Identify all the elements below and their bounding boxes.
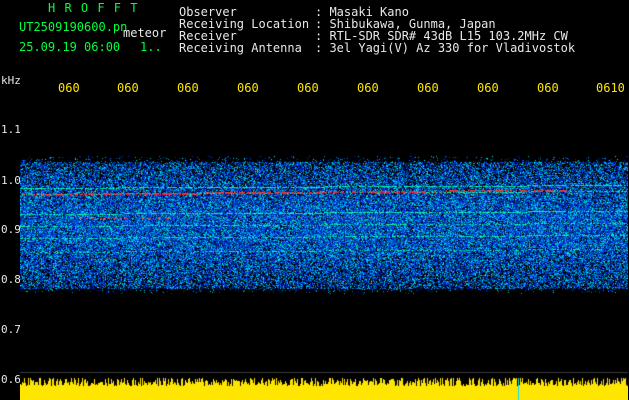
y-tick: 0.9 <box>1 223 21 236</box>
info-label-antenna: Receiving Antenna <box>179 41 302 55</box>
y-tick: 0.8 <box>1 273 21 286</box>
x-tick: 060 <box>58 81 80 95</box>
y-tick: 0.7 <box>1 323 21 336</box>
info-value-antenna: : 3el Yagi(V) Az 330 for Vladivostok <box>315 41 576 55</box>
x-tick: 060 <box>297 81 319 95</box>
y-tick: 0.6 <box>1 373 21 386</box>
page-indicator: 1.. <box>140 40 162 54</box>
x-tick: 060 <box>537 81 559 95</box>
x-tick: 060 <box>477 81 499 95</box>
brand-title: H R O F F T <box>48 1 139 15</box>
y-tick: 1.0 <box>1 174 21 187</box>
filename-label: UT2509190600.pn <box>19 20 128 34</box>
spectrogram-display[interactable] <box>20 96 628 400</box>
x-tick: 060 <box>417 81 439 95</box>
x-tick: 060 <box>237 81 259 95</box>
mode-label: meteor <box>123 26 167 40</box>
y-tick: 1.1 <box>1 123 21 136</box>
datetime-label: 25.09.19 06:00 <box>19 40 121 54</box>
y-axis-unit: kHz <box>1 74 21 87</box>
x-tick: 060 <box>117 81 139 95</box>
x-tick: 060 <box>357 81 379 95</box>
x-tick: 060 <box>177 81 199 95</box>
x-tick: 0610 <box>596 81 625 95</box>
